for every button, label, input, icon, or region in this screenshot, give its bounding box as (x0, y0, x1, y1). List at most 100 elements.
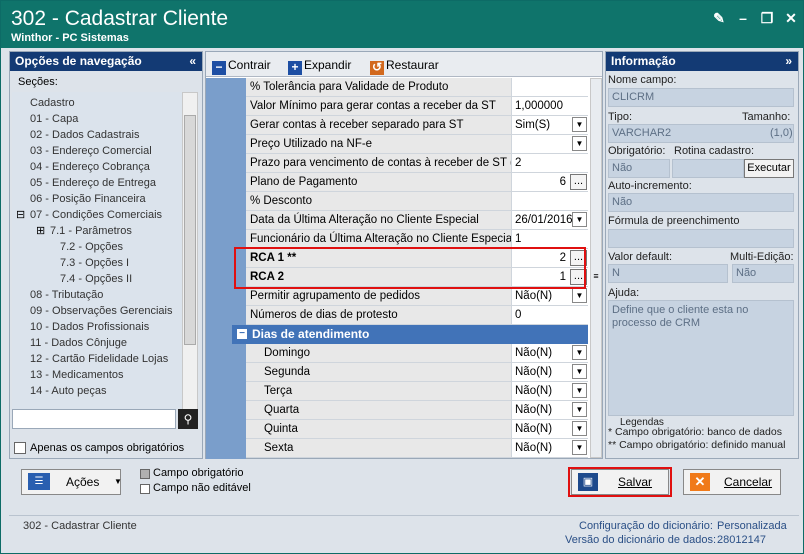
restore-button[interactable]: ❐ (759, 10, 775, 26)
title-bar: 302 - Cadastrar Cliente Winthor - PC Sis… (1, 1, 803, 48)
grid-row-label: % Desconto (246, 192, 512, 210)
tree-item[interactable]: 09 - Observações Gerenciais (30, 305, 172, 317)
non-editable-legend-label: Campo não editável (153, 482, 251, 494)
grid-row-value[interactable] (513, 78, 588, 96)
default-label: Valor default: (608, 251, 673, 263)
tree-item[interactable]: 7.2 - Opções (60, 241, 123, 253)
grid-row-label: Data da Última Alteração no Cliente Espe… (246, 211, 512, 229)
tree-item[interactable]: 05 - Endereço de Entrega (30, 177, 156, 189)
grid-row: Plano de Pagamento 6... (246, 173, 588, 192)
tree-item[interactable]: 08 - Tributação (30, 289, 103, 301)
grid-row: Gerar contas à receber separado para ST S… (246, 116, 588, 135)
only-required-checkbox[interactable] (14, 442, 26, 454)
grid-scroll-grip-icon[interactable]: ≡ (591, 271, 601, 285)
tree-search-input[interactable] (12, 409, 176, 429)
dropdown-arrow-icon[interactable]: ▼ (572, 212, 587, 227)
autoinc-value: Não (608, 193, 794, 212)
tree-item[interactable]: 03 - Endereço Comercial (30, 145, 152, 157)
actions-dropdown-icon[interactable]: ▼ (114, 470, 122, 494)
dropdown-arrow-icon[interactable]: ▼ (572, 288, 587, 303)
grid-row-value[interactable]: 1 (513, 230, 588, 248)
dropdown-arrow-icon[interactable]: ▼ (572, 440, 587, 455)
sections-tree: Cadastro 01 - Capa 02 - Dados Cadastrais 03… (12, 92, 182, 418)
collapse-section-icon[interactable]: − (237, 329, 247, 339)
grid-row: Domingo Não(N) ▼ (246, 344, 588, 363)
required-label: Obrigatório: (608, 145, 666, 157)
search-icon[interactable]: ⚲ (178, 409, 198, 429)
grid-scrollbar[interactable]: ≡ (590, 78, 602, 458)
default-value: N (608, 264, 728, 283)
tree-item[interactable]: 7.1 - Parâmetros (50, 225, 132, 237)
size-value: (1,0) (770, 127, 793, 139)
edit-icon[interactable]: ✎ (711, 10, 727, 26)
tree-item[interactable]: 10 - Dados Profissionais (30, 321, 149, 333)
multi-edit-label: Multi-Edição: (730, 251, 794, 263)
tree-item[interactable]: 07 - Condições Comerciais (30, 209, 162, 221)
tree-item[interactable]: 7.4 - Opções II (60, 273, 132, 285)
tree-scrollbar[interactable] (182, 92, 198, 418)
ellipsis-button[interactable]: ... (570, 174, 587, 190)
grid-row: Prazo para vencimento de contas à recebe… (246, 154, 588, 173)
tree-item[interactable]: 01 - Capa (30, 113, 78, 125)
dropdown-arrow-icon[interactable]: ▼ (572, 136, 587, 151)
type-label: Tipo: (608, 111, 633, 123)
grid-row: Data da Última Alteração no Cliente Espe… (246, 211, 588, 230)
expand-node-icon[interactable]: ⊞ (36, 224, 45, 237)
version-label: Versão do dicionário de dados: (565, 534, 717, 546)
tree-item[interactable]: 13 - Medicamentos (30, 369, 124, 381)
nav-header-label: Opções de navegação (15, 54, 142, 68)
tree-item[interactable]: Cadastro (30, 97, 75, 109)
close-button[interactable]: ✕ (783, 10, 799, 26)
grid-toolbar: − Contrair + Expandir ↺ Restaurar (206, 52, 602, 77)
expand-button[interactable]: + Expandir (288, 56, 351, 75)
grid-row-label: Quinta (246, 420, 512, 438)
tree-item[interactable]: 06 - Posição Financeira (30, 193, 146, 205)
tree-item[interactable]: 11 - Dados Cônjuge (30, 337, 127, 349)
collapse-panel-icon[interactable]: « (189, 52, 196, 71)
actions-label: Ações (66, 475, 100, 489)
main-window: 302 - Cadastrar Cliente Winthor - PC Sis… (0, 0, 804, 554)
collapse-button[interactable]: − Contrair (212, 56, 271, 75)
required-value: Não (608, 159, 670, 178)
grid-row-value[interactable]: 0 (513, 306, 588, 324)
grid-row: Sexta Não(N) ▼ (246, 439, 588, 458)
required-legend-label: Campo obrigatório (153, 467, 244, 479)
only-required-label: Apenas os campos obrigatórios (30, 442, 185, 454)
dropdown-arrow-icon[interactable]: ▼ (572, 345, 587, 360)
grid-row-label: Terça (246, 382, 512, 400)
minimize-button[interactable]: – (735, 10, 751, 26)
info-header: Informação » (606, 52, 798, 71)
grid-row: Segunda Não(N) ▼ (246, 363, 588, 382)
dropdown-arrow-icon[interactable]: ▼ (572, 364, 587, 379)
grid-row-value[interactable]: 1,000000 (513, 97, 588, 115)
version-value: 28012147 (717, 534, 766, 546)
dropdown-arrow-icon[interactable]: ▼ (572, 421, 587, 436)
grid-row-label: Números de dias de protesto (246, 306, 512, 324)
grid-row-label: Valor Mínimo para gerar contas a receber… (246, 97, 512, 115)
grid-row-label: Plano de Pagamento (246, 173, 512, 191)
tree-item[interactable]: 7.3 - Opções I (60, 257, 129, 269)
grid-row-value[interactable] (513, 192, 588, 210)
section-header[interactable]: − Dias de atendimento (232, 325, 588, 344)
cancel-button[interactable]: ✕ Cancelar (683, 469, 781, 495)
collapse-node-icon[interactable]: ⊟ (16, 208, 25, 221)
tree-item[interactable]: 02 - Dados Cadastrais (30, 129, 139, 141)
config-value: Personalizada (717, 520, 787, 532)
actions-button[interactable]: ☰ Ações ▼ (21, 469, 122, 495)
size-label: Tamanho: (742, 111, 791, 123)
grid-row-label: Preço Utilizado na NF-e (246, 135, 512, 153)
tree-item[interactable]: 14 - Auto peças (30, 385, 106, 397)
grid-row: Quarta Não(N) ▼ (246, 401, 588, 420)
grid-row: Preço Utilizado na NF-e ▼ (246, 135, 588, 154)
dropdown-arrow-icon[interactable]: ▼ (572, 383, 587, 398)
expand-panel-icon[interactable]: » (785, 52, 792, 71)
execute-button[interactable]: Executar (744, 159, 794, 178)
grid-row-label: Permitir agrupamento de pedidos (246, 287, 512, 305)
dropdown-arrow-icon[interactable]: ▼ (572, 402, 587, 417)
restore-grid-button[interactable]: ↺ Restaurar (370, 56, 439, 75)
grid-row-value[interactable]: 2 (513, 154, 588, 172)
tree-scroll-thumb[interactable] (184, 115, 196, 345)
tree-item[interactable]: 12 - Cartão Fidelidade Lojas (30, 353, 168, 365)
dropdown-arrow-icon[interactable]: ▼ (572, 117, 587, 132)
tree-item[interactable]: 04 - Endereço Cobrança (30, 161, 150, 173)
